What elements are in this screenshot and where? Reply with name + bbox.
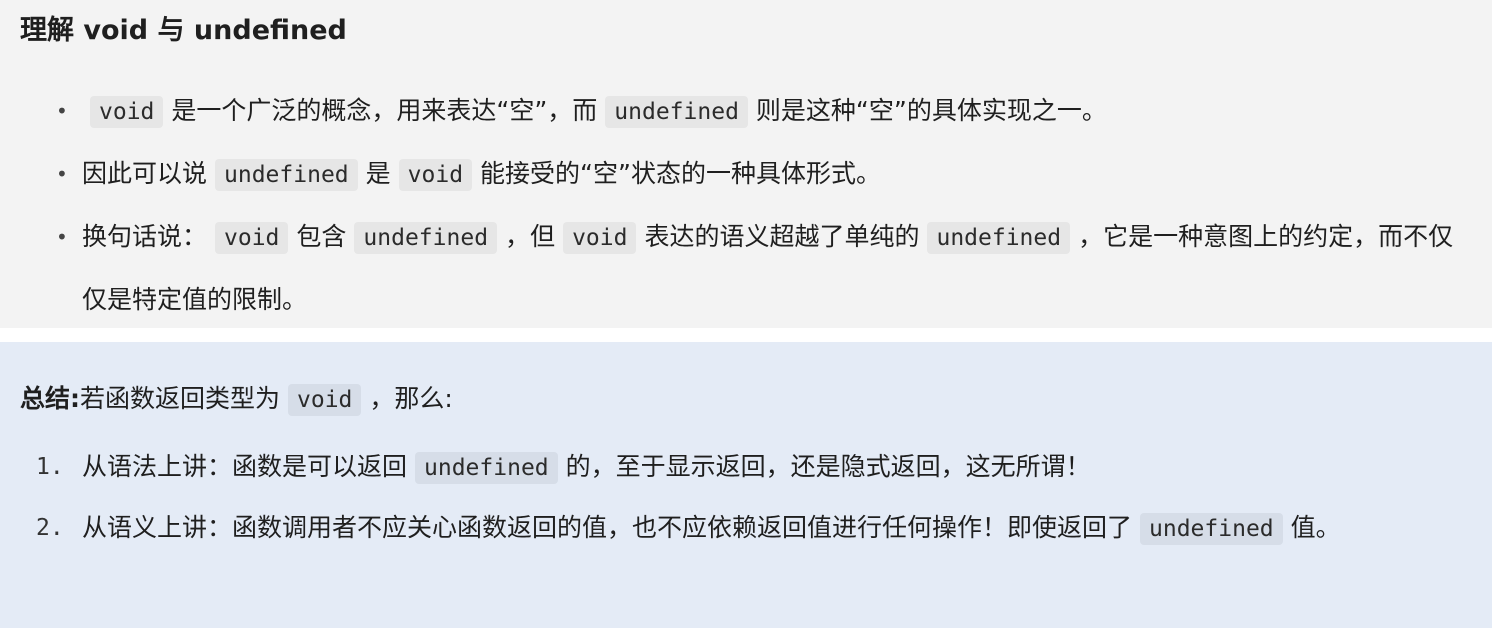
bullet-item: • void 是一个广泛的概念，用来表达“空”，而 undefined 则是这种“空”的… <box>0 80 1492 143</box>
bullet-text: 换句话说： <box>82 222 208 251</box>
bullet-text: 是 <box>365 159 391 188</box>
summary-label: 总结: <box>20 384 80 413</box>
inline-code: void <box>288 384 362 416</box>
item-text: 从语法上讲：函数是可以返回 <box>82 452 408 481</box>
inline-code: void <box>215 222 289 254</box>
inline-code: undefined <box>215 159 358 191</box>
inline-code: undefined <box>927 222 1071 254</box>
bullet-text: 是一个广泛的概念，用来表达“空”，而 <box>171 96 598 125</box>
bullet-text: 包含 <box>296 222 347 251</box>
inline-code: undefined <box>354 222 498 254</box>
item-number: 1. <box>36 454 64 480</box>
inline-code: void <box>90 96 164 128</box>
bullet-text: 则是这种“空”的具体实现之一。 <box>755 96 1107 125</box>
bullet-dot-icon: • <box>56 225 68 249</box>
summary-text: ，那么: <box>369 384 453 413</box>
inline-code: undefined <box>1140 513 1283 545</box>
explanation-section: 理解 void 与 undefined • void 是一个广泛的概念，用来表达“空… <box>0 0 1492 328</box>
bullet-item: • 因此可以说 undefined 是 void 能接受的“空”状态的一种具体形式。 <box>0 143 1492 206</box>
bullet-dot-icon: • <box>56 99 68 123</box>
numbered-item: 2. 从语义上讲：函数调用者不应关心函数返回的值，也不应依赖返回值进行任何操作！即… <box>0 498 1492 559</box>
inline-code: undefined <box>415 452 558 484</box>
bullet-dot-icon: • <box>56 162 68 186</box>
bullet-text: 能接受的“空”状态的一种具体形式。 <box>480 159 881 188</box>
bullet-text: 因此可以说 <box>82 159 208 188</box>
bullet-item: • 换句话说： void 包含 undefined ，但 void 表达的语义超越了单纯的 un… <box>0 206 1492 331</box>
section-divider <box>0 328 1492 342</box>
inline-code: void <box>563 222 637 254</box>
bullet-list: • void 是一个广泛的概念，用来表达“空”，而 undefined 则是这种“空”的… <box>0 80 1492 331</box>
bullet-text: 表达的语义超越了单纯的 <box>644 222 920 251</box>
numbered-item: 1. 从语法上讲：函数是可以返回 undefined 的，至于显示返回，还是隐式返回，… <box>0 437 1492 498</box>
summary-line: 总结:若函数返回类型为 void ，那么: <box>20 375 453 424</box>
section-heading: 理解 void 与 undefined <box>20 15 347 46</box>
numbered-list: 1. 从语法上讲：函数是可以返回 undefined 的，至于显示返回，还是隐式返回，… <box>0 437 1492 559</box>
inline-code: undefined <box>605 96 748 128</box>
summary-text: 若函数返回类型为 <box>80 384 281 413</box>
item-text: 的，至于显示返回，还是隐式返回，这无所谓！ <box>565 452 1091 481</box>
item-text: 从语义上讲：函数调用者不应关心函数返回的值，也不应依赖返回值进行任何操作！即使返… <box>82 513 1133 542</box>
bullet-text: ，但 <box>505 222 556 251</box>
inline-code: void <box>398 159 473 191</box>
summary-callout: 总结:若函数返回类型为 void ，那么: 1. 从语法上讲：函数是可以返回 undef… <box>0 342 1492 628</box>
item-text: 值。 <box>1290 513 1341 542</box>
item-number: 2. <box>36 515 64 541</box>
